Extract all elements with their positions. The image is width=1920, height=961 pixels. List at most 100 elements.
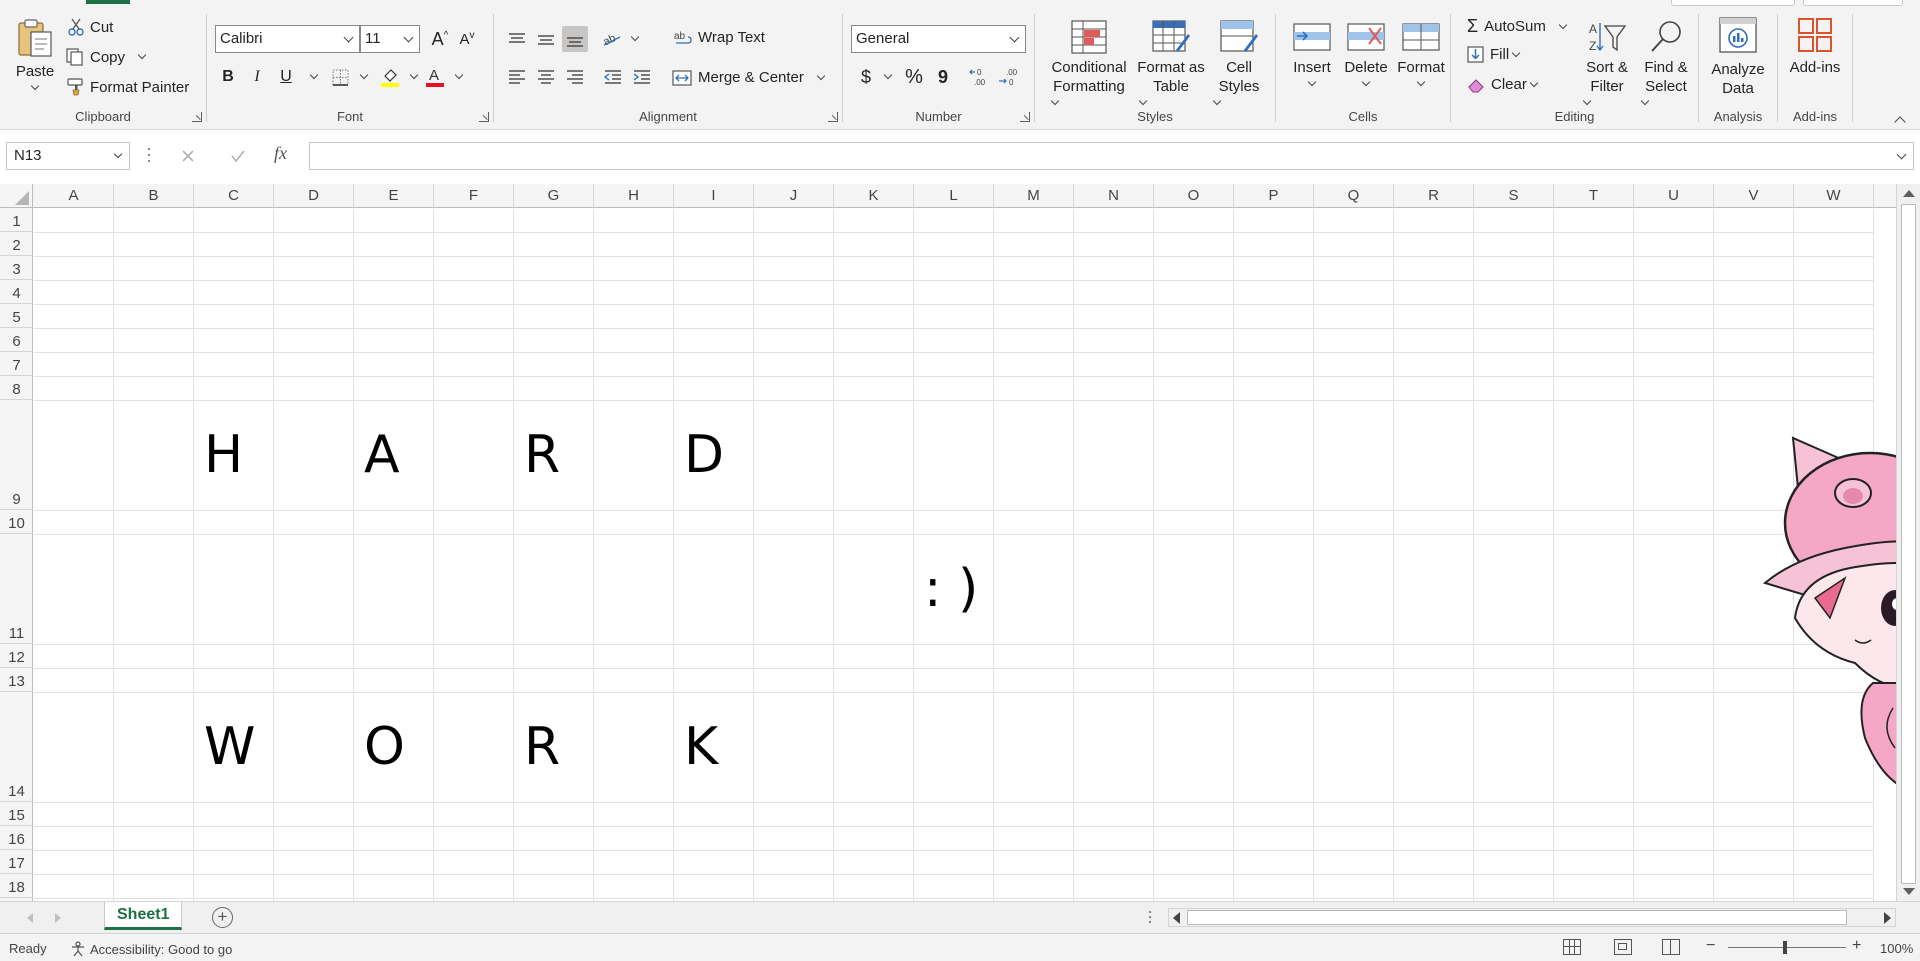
alignment-dialog-launcher-icon[interactable] — [828, 112, 838, 122]
column-header-d[interactable]: D — [274, 184, 354, 208]
row-header-12[interactable]: 12 — [0, 644, 33, 668]
number-dialog-launcher-icon[interactable] — [1020, 112, 1030, 122]
column-header-c[interactable]: C — [194, 184, 274, 208]
cut-button[interactable]: Cut — [68, 18, 113, 36]
font-size-select[interactable]: 11 — [360, 25, 420, 53]
row-header-14[interactable]: 14 — [0, 692, 33, 802]
merge-center-button[interactable]: Merge & Center — [672, 69, 826, 86]
collapse-ribbon-button[interactable] — [1894, 114, 1906, 128]
vertical-scroll-thumb[interactable] — [1901, 204, 1916, 884]
number-format-select[interactable]: General — [851, 25, 1026, 53]
row-header-3[interactable]: 3 — [0, 256, 33, 280]
format-as-table-button[interactable]: Format as Table — [1135, 20, 1207, 106]
column-header-e[interactable]: E — [354, 184, 434, 208]
zoom-in-button[interactable]: + — [1852, 937, 1861, 955]
column-header-q[interactable]: Q — [1314, 184, 1394, 208]
italic-button[interactable]: I — [244, 64, 270, 90]
cell-e9[interactable]: A — [364, 425, 400, 485]
cancel-entry-button[interactable] — [178, 146, 198, 166]
cell-c14[interactable]: W — [204, 717, 255, 777]
vertical-scrollbar[interactable] — [1896, 184, 1920, 901]
scroll-right-icon[interactable] — [1884, 912, 1891, 924]
decrease-font-size-button[interactable]: Av — [454, 26, 480, 52]
delete-button[interactable]: Delete — [1340, 20, 1392, 87]
confirm-entry-button[interactable] — [228, 146, 248, 166]
row-header-1[interactable]: 1 — [0, 208, 33, 232]
column-header-u[interactable]: U — [1634, 184, 1714, 208]
font-dialog-launcher-icon[interactable] — [479, 112, 489, 122]
cell-styles-button[interactable]: Cell Styles — [1209, 20, 1269, 106]
cell-i14[interactable]: K — [684, 717, 718, 777]
column-header-a[interactable]: A — [34, 184, 114, 208]
horizontal-scrollbar[interactable] — [1168, 908, 1896, 927]
column-header-p[interactable]: P — [1234, 184, 1314, 208]
sort-filter-button[interactable]: A Z Sort & Filter — [1579, 20, 1635, 106]
zoom-slider[interactable] — [1728, 941, 1846, 954]
row-header-4[interactable]: 4 — [0, 280, 33, 304]
copy-button[interactable]: Copy — [66, 48, 147, 66]
insert-button[interactable]: Insert — [1288, 20, 1336, 87]
wrap-text-button[interactable]: ab Wrap Text — [674, 29, 765, 46]
cell-g14[interactable]: R — [524, 717, 560, 777]
column-header-h[interactable]: H — [594, 184, 674, 208]
currency-button[interactable]: $ — [853, 64, 879, 90]
column-header-n[interactable]: N — [1074, 184, 1154, 208]
row-header-17[interactable]: 17 — [0, 850, 33, 874]
next-sheet-icon[interactable] — [55, 913, 61, 923]
column-header-r[interactable]: R — [1394, 184, 1474, 208]
row-header-2[interactable]: 2 — [0, 232, 33, 256]
row-header-10[interactable]: 10 — [0, 510, 33, 534]
top-align-button[interactable] — [504, 26, 530, 52]
scroll-down-icon[interactable] — [1903, 888, 1915, 895]
cell-l11[interactable]: : ) — [924, 559, 978, 619]
page-layout-view-icon[interactable] — [1614, 939, 1632, 955]
paste-button[interactable]: Paste — [10, 18, 60, 91]
column-header-k[interactable]: K — [834, 184, 914, 208]
insert-function-button[interactable]: fx — [274, 143, 300, 167]
increase-indent-button[interactable] — [629, 64, 655, 90]
borders-button[interactable] — [327, 64, 353, 90]
scroll-up-icon[interactable] — [1903, 190, 1915, 197]
orientation-button[interactable]: ab — [600, 26, 626, 52]
autosum-button[interactable]: Σ AutoSum — [1467, 16, 1568, 37]
increase-decimal-button[interactable]: 0.00 — [967, 64, 993, 90]
clear-button[interactable]: Clear — [1467, 76, 1539, 93]
column-header-w[interactable]: W — [1794, 184, 1874, 208]
column-header-o[interactable]: O — [1154, 184, 1234, 208]
page-break-view-icon[interactable] — [1662, 939, 1680, 955]
cell-e14[interactable]: O — [364, 717, 405, 777]
select-all-button[interactable] — [0, 184, 33, 208]
clipboard-dialog-launcher-icon[interactable] — [192, 112, 202, 122]
column-header-j[interactable]: J — [754, 184, 834, 208]
bottom-align-button[interactable] — [562, 26, 588, 52]
underline-button[interactable]: U — [273, 64, 299, 90]
find-select-button[interactable]: Find & Select — [1637, 20, 1695, 106]
font-name-select[interactable]: Calibri — [215, 25, 360, 53]
analyze-data-button[interactable]: Analyze Data — [1705, 16, 1771, 98]
column-header-s[interactable]: S — [1474, 184, 1554, 208]
column-header-m[interactable]: M — [994, 184, 1074, 208]
column-header-g[interactable]: G — [514, 184, 594, 208]
percent-button[interactable]: % — [901, 64, 927, 90]
align-left-button[interactable] — [504, 64, 530, 90]
column-header-l[interactable]: L — [914, 184, 994, 208]
scroll-left-icon[interactable] — [1173, 912, 1180, 924]
cell-g9[interactable]: R — [524, 425, 560, 485]
fill-color-button[interactable] — [377, 64, 403, 90]
format-painter-button[interactable]: Format Painter — [66, 78, 189, 96]
horizontal-scroll-thumb[interactable] — [1187, 910, 1847, 925]
row-header-15[interactable]: 15 — [0, 802, 33, 826]
row-header-13[interactable]: 13 — [0, 668, 33, 692]
name-box[interactable]: N13 — [6, 142, 130, 170]
row-header-6[interactable]: 6 — [0, 328, 33, 352]
formula-input[interactable] — [309, 142, 1914, 170]
previous-sheet-icon[interactable] — [27, 913, 33, 923]
column-header-b[interactable]: B — [114, 184, 194, 208]
accessibility-checker-button[interactable]: Accessibility: Good to go — [70, 941, 232, 957]
fill-button[interactable]: Fill — [1467, 46, 1521, 63]
cell-c9[interactable]: H — [204, 425, 243, 485]
format-cells-button[interactable]: Format — [1394, 20, 1448, 87]
formula-bar-options-icon[interactable] — [147, 148, 151, 164]
row-header-9[interactable]: 9 — [0, 400, 33, 510]
row-header-8[interactable]: 8 — [0, 376, 33, 400]
